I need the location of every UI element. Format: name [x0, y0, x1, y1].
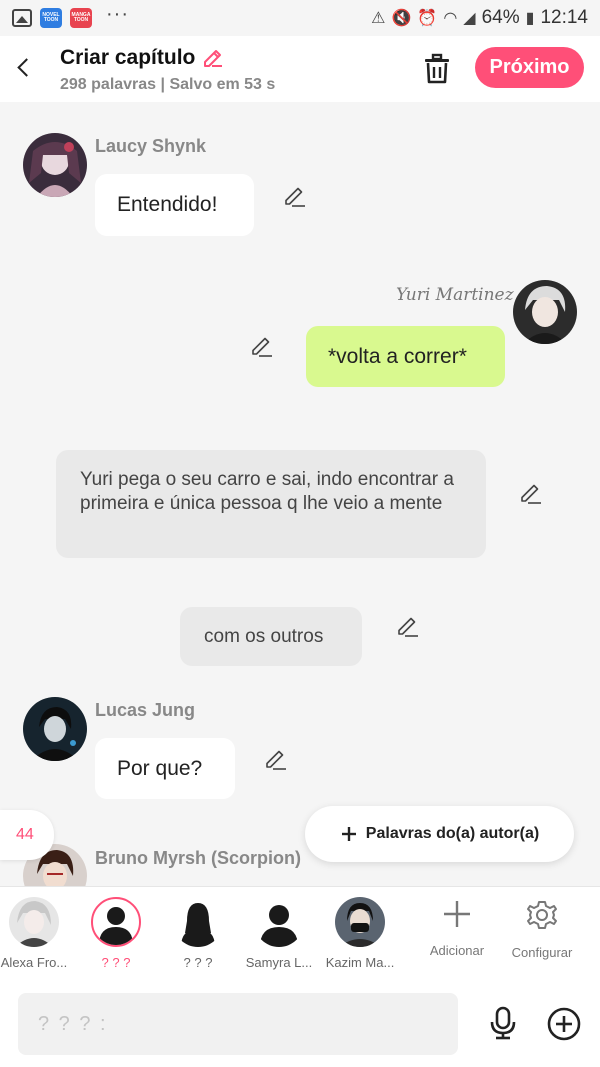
message-bubble[interactable]: Por que? [95, 738, 235, 799]
plus-icon [341, 827, 356, 841]
avatar[interactable] [23, 697, 87, 761]
manga-toon-app-icon: MANGA TOON [70, 8, 92, 28]
avatar[interactable] [23, 133, 87, 197]
edit-title-icon[interactable] [201, 46, 225, 70]
signal-icon: ◢ [463, 10, 476, 27]
alarm-icon: ⏰ [417, 10, 438, 27]
battery-icon: ▮ [525, 10, 535, 27]
avatar [91, 897, 141, 947]
more-notifications-icon: ··· [106, 2, 129, 25]
plus-icon [444, 901, 470, 927]
clock: 12:14 [540, 7, 588, 28]
edit-pencil-icon[interactable] [250, 335, 274, 359]
next-button[interactable]: Próximo [475, 47, 584, 88]
mute-icon: 🔇 [391, 10, 412, 27]
chat-area: Laucy Shynk Entendido! Yuri Martinez *vo… [0, 102, 600, 886]
add-label: Adicionar [429, 943, 485, 958]
message-bubble[interactable]: *volta a correr* [306, 326, 505, 387]
gear-icon [527, 901, 557, 929]
avatar[interactable] [513, 280, 577, 344]
author-words-label: Palavras do(a) autor(a) [365, 825, 540, 842]
character-label: Samyra L... [245, 955, 313, 970]
edit-pencil-icon[interactable] [264, 748, 288, 772]
title-text: Criar capítulo [60, 46, 196, 69]
trash-icon[interactable] [422, 53, 452, 85]
message-author: Yuri Martinez [396, 285, 514, 305]
edit-pencil-icon[interactable] [396, 615, 420, 639]
narration-bubble[interactable]: Yuri pega o seu carro e sai, indo encont… [56, 450, 486, 558]
input-bar [0, 982, 600, 1067]
character-samyra[interactable]: Samyra L... [239, 897, 319, 977]
microphone-icon[interactable] [486, 1006, 520, 1040]
word-count-status: 298 palavras | Salvo em 53 s [60, 76, 276, 93]
unread-count-badge[interactable]: 44 [0, 810, 54, 860]
status-bar: NOVEL TOON MANGA TOON ··· ⚠ 🔇 ⏰ ◠ ◢ 64% … [0, 0, 600, 36]
character-unknown-2[interactable]: ? ? ? [158, 897, 238, 977]
character-label: ? ? ? [101, 955, 131, 970]
add-character-button[interactable]: Adicionar [417, 899, 497, 958]
narration-bubble[interactable]: com os outros [180, 607, 362, 666]
gallery-icon [12, 9, 32, 27]
avatar [9, 897, 59, 947]
message-author: Laucy Shynk [95, 136, 207, 156]
character-alexa[interactable]: Alexa Fro... [0, 897, 74, 977]
message-input[interactable] [18, 993, 458, 1055]
character-unknown-1[interactable]: ? ? ? [76, 897, 156, 977]
battery-percent: 64% [481, 7, 520, 28]
author-words-button[interactable]: Palavras do(a) autor(a) [305, 806, 574, 862]
novel-toon-app-icon: NOVEL TOON [40, 8, 62, 28]
avatar [173, 897, 223, 947]
character-label: Alexa Fro... [0, 955, 68, 970]
add-media-icon[interactable] [546, 1006, 582, 1042]
wifi-icon: ◠ [443, 10, 458, 27]
page-title: Criar capítulo [60, 46, 225, 70]
message-bubble[interactable]: Entendido! [95, 174, 254, 236]
avatar [335, 897, 385, 947]
message-author: Bruno Myrsh (Scorpion) [95, 848, 301, 868]
character-selector: Alexa Fro... ? ? ? ? ? ? Samyra L... Kaz… [0, 886, 600, 982]
edit-pencil-icon[interactable] [519, 482, 543, 506]
edit-pencil-icon[interactable] [283, 185, 307, 209]
character-label: ? ? ? [183, 955, 213, 970]
back-button[interactable] [12, 52, 36, 82]
configure-label: Configurar [511, 945, 573, 960]
character-label: Kazim Ma... [325, 955, 395, 970]
sync-icon: ⚠ [371, 10, 386, 27]
avatar [254, 897, 304, 947]
configure-button[interactable]: Configurar [502, 899, 582, 960]
header: Criar capítulo 298 palavras | Salvo em 5… [0, 36, 600, 102]
message-author: Lucas Jung [95, 700, 196, 720]
character-kazim[interactable]: Kazim Ma... [320, 897, 400, 977]
